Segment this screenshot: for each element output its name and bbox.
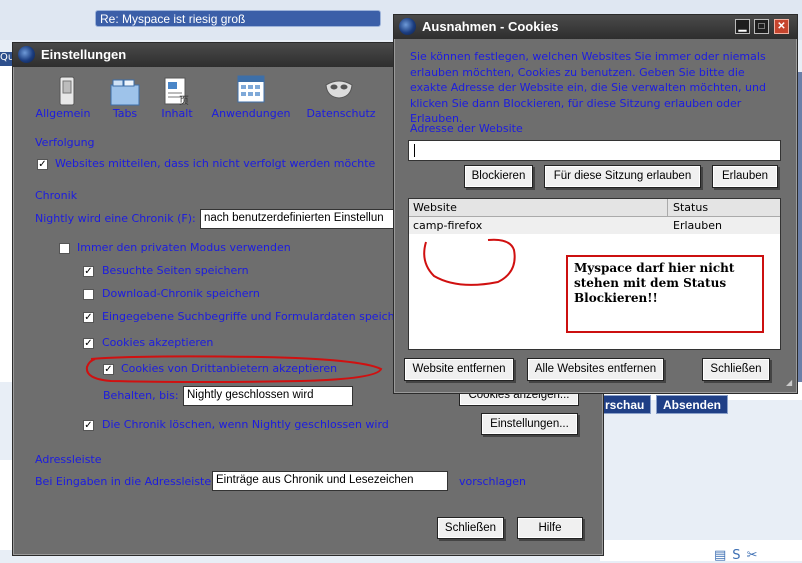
allow-session-button[interactable]: Für diese Sitzung erlauben <box>544 165 701 188</box>
exceptions-close-button[interactable]: Schließen <box>702 358 770 381</box>
column-divider <box>667 199 668 216</box>
background-left-edge <box>0 52 12 382</box>
tracking-checkbox[interactable]: ✓ <box>37 159 48 170</box>
cookie-exceptions-dialog: Ausnahmen - Cookies ▁ □ ✕ Sie können fes… <box>393 14 798 394</box>
exceptions-titlebar[interactable]: Ausnahmen - Cookies ▁ □ ✕ <box>394 15 797 39</box>
tab-applications[interactable]: Anwendungen <box>209 107 293 120</box>
preview-button[interactable]: rschau <box>598 395 652 414</box>
settings-help-button[interactable]: Hilfe <box>517 517 583 539</box>
highlight-circle <box>423 238 516 286</box>
resize-grip-icon[interactable]: ◢ <box>786 379 794 387</box>
download-history-checkbox[interactable] <box>83 289 94 300</box>
accept-cookies-checkbox[interactable]: ✓ <box>83 338 94 349</box>
switch-icon[interactable] <box>51 75 83 107</box>
visited-pages-checkbox[interactable]: ✓ <box>83 266 94 277</box>
website-address-label: Adresse der Website <box>410 122 523 135</box>
nightly-logo-icon <box>399 18 416 35</box>
applications-icon[interactable] <box>235 73 267 105</box>
annotation-note: Myspace darf hier nicht stehen mit dem S… <box>566 255 764 333</box>
history-heading: Chronik <box>35 189 78 202</box>
column-status[interactable]: Status <box>673 201 708 214</box>
tab-tabs[interactable]: Tabs <box>103 107 147 120</box>
close-icon[interactable]: ✕ <box>774 19 789 34</box>
settings-close-button[interactable]: Schließen <box>437 517 504 539</box>
content-icon[interactable]: 页 <box>161 75 193 107</box>
history-mode-select[interactable]: nach benutzerdefinierten Einstellun <box>200 209 396 229</box>
table-row[interactable]: camp-firefox Erlauben <box>409 217 780 234</box>
private-mode-checkbox[interactable] <box>59 243 70 254</box>
website-address-input[interactable] <box>408 140 781 161</box>
submit-button[interactable]: Absenden <box>656 395 729 414</box>
tracking-checkbox-label: Websites mitteilen, dass ich nicht verfo… <box>55 157 376 170</box>
tabs-icon[interactable] <box>109 75 141 107</box>
search-form-checkbox[interactable]: ✓ <box>83 312 94 323</box>
history-label: Nightly wird eine Chronik (F): <box>35 212 196 225</box>
clear-history-checkbox[interactable]: ✓ <box>83 420 94 431</box>
settings-title: Einstellungen <box>41 47 127 62</box>
download-history-label: Download-Chronik speichern <box>102 287 260 300</box>
remove-all-websites-button[interactable]: Alle Websites entfernen <box>527 358 664 381</box>
addressbar-suffix: vorschlagen <box>459 475 527 488</box>
nightly-logo-icon <box>18 46 35 63</box>
background-thread-title[interactable]: Re: Myspace ist riesig groß <box>95 10 381 27</box>
privacy-mask-icon[interactable] <box>323 73 355 105</box>
keep-until-label: Behalten, bis: <box>103 389 179 402</box>
tracking-heading: Verfolgung <box>35 136 95 149</box>
column-website[interactable]: Website <box>413 201 457 214</box>
block-button[interactable]: Blockieren <box>464 165 533 188</box>
row-status: Erlauben <box>673 219 722 232</box>
svg-text:页: 页 <box>179 95 189 107</box>
text-cursor <box>414 144 415 157</box>
exceptions-title: Ausnahmen - Cookies <box>422 19 559 34</box>
accept-cookies-label: Cookies akzeptieren <box>102 336 214 349</box>
maximize-icon[interactable]: □ <box>754 19 769 34</box>
search-form-label: Eingegebene Suchbegriffe und Formulardat… <box>102 310 402 323</box>
allow-button[interactable]: Erlauben <box>712 165 778 188</box>
clear-history-label: Die Chronik löschen, wenn Nightly geschl… <box>102 418 389 431</box>
row-website: camp-firefox <box>413 219 483 232</box>
private-mode-label: Immer den privaten Modus verwenden <box>77 241 291 254</box>
tab-privacy[interactable]: Datenschutz <box>303 107 379 120</box>
tab-content[interactable]: Inhalt <box>157 107 197 120</box>
visited-pages-label: Besuchte Seiten speichern <box>102 264 249 277</box>
list-header <box>409 199 780 217</box>
tab-general[interactable]: Allgemein <box>35 107 91 120</box>
remove-website-button[interactable]: Website entfernen <box>404 358 514 381</box>
history-settings-button[interactable]: Einstellungen... <box>481 413 578 435</box>
addressbar-label: Bei Eingaben in die Adressleiste <box>35 475 212 488</box>
addressbar-heading: Adressleiste <box>35 453 102 466</box>
minimize-icon[interactable]: ▁ <box>735 19 750 34</box>
background-left-tab: Qu <box>0 52 12 66</box>
background-status-strip <box>600 540 802 561</box>
exceptions-description: Sie können festlegen, welchen Websites S… <box>410 50 766 125</box>
keep-until-select[interactable]: Nightly geschlossen wird <box>183 386 353 406</box>
addressbar-select[interactable]: Einträge aus Chronik und Lesezeichen <box>212 471 448 491</box>
highlight-ellipse <box>85 355 383 383</box>
